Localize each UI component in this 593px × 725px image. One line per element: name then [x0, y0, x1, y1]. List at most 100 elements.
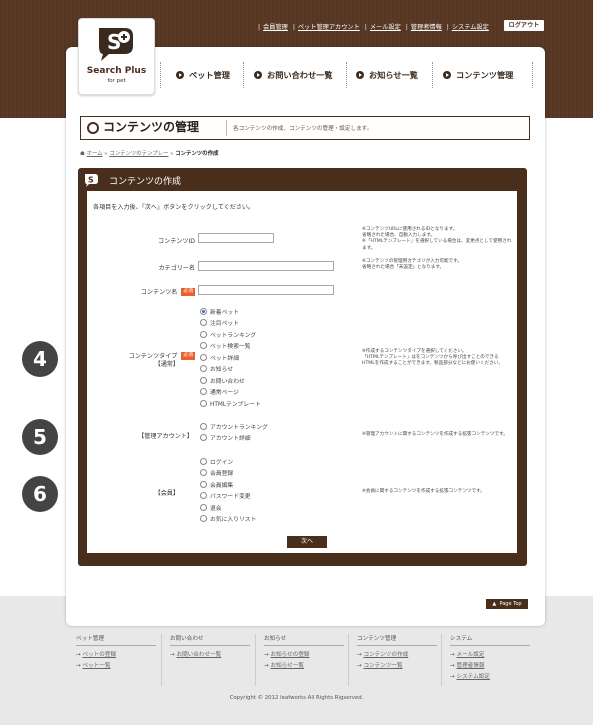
radio-icon — [200, 458, 207, 465]
radio-normal-page[interactable]: 通常ページ — [200, 388, 239, 398]
footer-link[interactable]: 管理者情報 — [456, 663, 484, 669]
ring-icon — [87, 122, 99, 134]
note-line: HTMLを作成することができます。製品部分などにお使いください。 — [362, 361, 503, 367]
search-plus-logo-icon: S — [99, 28, 133, 61]
svg-text:S: S — [88, 176, 94, 185]
radio-label: アカウントランキング — [210, 425, 268, 431]
footer-link[interactable]: システム設定 — [456, 674, 489, 680]
arrow-circle-icon — [176, 70, 184, 79]
radio-pet-detail[interactable]: ペット詳細 — [200, 354, 239, 364]
radio-icon — [200, 515, 207, 522]
nav-divider — [432, 62, 433, 88]
radio-new-pets[interactable]: 新着ペット — [200, 308, 239, 318]
category-field[interactable] — [198, 261, 334, 271]
radio-icon — [200, 331, 207, 338]
home-icon: ☗ — [80, 151, 85, 157]
search-plus-badge-icon: S — [85, 174, 98, 187]
content-id-field[interactable] — [198, 233, 274, 243]
content-name-label: コンテンツ名 必須 — [87, 287, 195, 296]
page-top-button[interactable]: ▲ Page Top — [486, 599, 528, 609]
nav-label: お知らせ一覧 — [369, 70, 418, 80]
radio-pet-search-list[interactable]: ペット検索一覧 — [200, 342, 251, 352]
copyright: Copyright © 2012 leafworks All Rights Ri… — [229, 695, 364, 701]
nav-item-pet-management[interactable]: ペット管理 — [176, 62, 230, 88]
nav-label: コンテンツ管理 — [456, 70, 514, 80]
breadcrumb-parent[interactable]: コンテンツのテンプレー — [109, 151, 168, 157]
category-label: カテゴリー名 — [158, 265, 195, 272]
breadcrumb-current: コンテンツの作成 — [175, 151, 219, 157]
radio-icon — [200, 423, 207, 430]
radio-html-template[interactable]: HTMLテンプレート — [200, 400, 261, 410]
utility-links: | 会員管理 | ペット管理アカウント | メール設定 | 管理者情報 | システム設定 — [258, 24, 489, 31]
nav-divider — [346, 62, 347, 88]
note-line: ※管理アカウントに関するコンテンツを作成する拡張コンテンツです。 — [362, 432, 508, 437]
radio-favorites[interactable]: お気に入りリスト — [200, 515, 256, 525]
breadcrumb-separator: » — [170, 151, 174, 157]
footer-link[interactable]: メール設定 — [456, 652, 484, 658]
utility-link-admin-info[interactable]: 管理者情報 — [411, 24, 442, 31]
footer-link[interactable]: コンテンツの作成 — [363, 652, 408, 658]
utility-link-pet-accounts[interactable]: ペット管理アカウント — [298, 24, 360, 31]
page-title-bar: コンテンツの管理 各コンテンツの作成、コンテンツの管理・設定します。 — [80, 116, 530, 140]
footer-heading: ペット管理 — [76, 634, 156, 646]
breadcrumb-home[interactable]: ホーム — [87, 151, 103, 157]
footer-link-item: → ペットの登録 — [76, 652, 117, 658]
nav-item-inquiries[interactable]: お問い合わせ一覧 — [254, 62, 333, 88]
radio-notices[interactable]: お知らせ — [200, 365, 233, 375]
footer-link-item: → コンテンツ一覧 — [357, 663, 403, 669]
admin-account-note: ※管理アカウントに関するコンテンツを作成する拡張コンテンツです。 — [362, 432, 512, 438]
radio-login[interactable]: ログイン — [200, 458, 233, 468]
radio-member-edit[interactable]: 会員編集 — [200, 481, 233, 491]
footer-divider — [255, 634, 256, 686]
footer-link[interactable]: ペットの登録 — [82, 652, 116, 658]
footer-heading: お問い合わせ — [170, 634, 250, 646]
footer-divider — [441, 634, 442, 686]
radio-label: アカウント詳細 — [210, 436, 251, 442]
utility-link-members[interactable]: 会員管理 — [263, 24, 288, 31]
footer-divider — [348, 634, 349, 686]
nav-label: ペット管理 — [189, 70, 230, 80]
radio-account-detail[interactable]: アカウント詳細 — [200, 434, 251, 444]
content-name-field[interactable] — [198, 285, 334, 295]
arrow-circle-icon — [254, 70, 262, 79]
radio-icon — [200, 400, 207, 407]
radio-icon — [200, 492, 207, 499]
utility-link-system-settings[interactable]: システム設定 — [452, 24, 489, 31]
radio-password-change[interactable]: パスワード変更 — [200, 492, 251, 502]
radio-withdraw[interactable]: 退会 — [200, 504, 222, 514]
footer-link[interactable]: お知らせ一覧 — [270, 663, 303, 669]
radio-account-ranking[interactable]: アカウントランキング — [200, 423, 268, 433]
footer-col-pet: ペット管理 → ペットの登録 → ペット一覧 — [76, 634, 156, 672]
nav-item-content-management[interactable]: コンテンツ管理 — [443, 62, 513, 88]
utility-link-mail-settings[interactable]: メール設定 — [370, 24, 401, 31]
footer-heading: お知らせ — [264, 634, 344, 646]
logo[interactable]: S Search Plus for pet — [78, 18, 155, 95]
content-create-panel: S コンテンツの作成 各項目を入力後、「次へ」ボタンをクリックしてください。 コ… — [78, 168, 527, 566]
footer-link[interactable]: お知らせの登録 — [270, 652, 309, 658]
nav-item-notices[interactable]: お知らせ一覧 — [356, 62, 418, 88]
footer-link[interactable]: お問い合わせ一覧 — [176, 652, 221, 658]
radio-icon — [200, 342, 207, 349]
next-button[interactable]: 次へ — [287, 536, 327, 548]
arrow-circle-icon — [443, 70, 451, 79]
content-id-label: コンテンツID — [158, 238, 195, 245]
footer-link-item: → お問い合わせ一覧 — [170, 652, 222, 658]
radio-inquiry[interactable]: お問い合わせ — [200, 377, 245, 387]
footer-link-item: → お知らせの登録 — [264, 652, 310, 658]
member-note: ※会員に関するコンテンツを作成する拡張コンテンツです。 — [362, 489, 512, 495]
arrow-circle-icon — [356, 70, 364, 79]
nav-label: お問い合わせ一覧 — [267, 70, 333, 80]
logout-button[interactable]: ログアウト — [504, 20, 544, 31]
radio-label: 通常ページ — [210, 390, 239, 396]
footer-link[interactable]: ペット一覧 — [82, 663, 110, 669]
radio-featured-pets[interactable]: 注目ペット — [200, 319, 239, 329]
footer-link[interactable]: コンテンツ一覧 — [363, 663, 402, 669]
footer-link-item: → メール設定 — [450, 652, 485, 658]
radio-icon — [200, 388, 207, 395]
radio-pet-ranking[interactable]: ペットランキング — [200, 331, 256, 341]
footer-heading: コンテンツ管理 — [357, 634, 437, 646]
footer-link-item: → システム設定 — [450, 674, 490, 680]
radio-member-register[interactable]: 会員登録 — [200, 469, 233, 479]
step-marker-5: 5 — [22, 419, 58, 455]
nav-divider — [532, 62, 533, 88]
